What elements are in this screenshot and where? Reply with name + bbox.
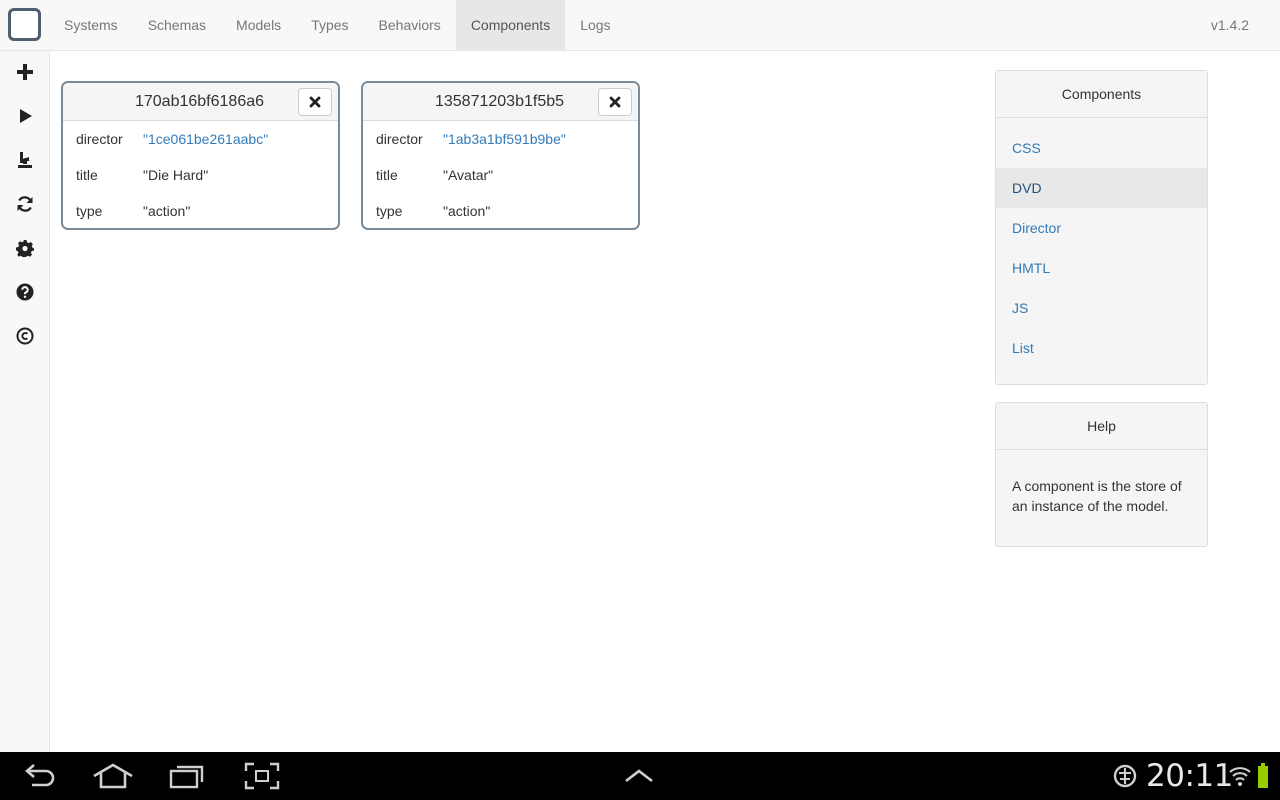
- delete-component-button[interactable]: [598, 88, 632, 116]
- question-icon: [16, 283, 34, 301]
- property-key: title: [376, 167, 398, 183]
- app-drawer-button[interactable]: [622, 760, 656, 792]
- close-icon: [309, 96, 321, 108]
- status-clock: 20:11: [1146, 758, 1233, 794]
- plus-icon: [17, 64, 33, 80]
- component-item-list[interactable]: List: [996, 328, 1207, 368]
- nav-systems[interactable]: Systems: [49, 0, 133, 50]
- property-row: director "1ce061be261aabc": [63, 121, 338, 157]
- gear-icon: [16, 240, 34, 257]
- help-button[interactable]: [9, 276, 41, 308]
- nav-types[interactable]: Types: [296, 0, 363, 50]
- app-logo[interactable]: [8, 8, 41, 41]
- property-value[interactable]: "Die Hard": [143, 167, 208, 183]
- home-icon: [93, 763, 133, 789]
- close-icon: [609, 96, 621, 108]
- wifi-icon: [1229, 767, 1251, 786]
- component-item-director[interactable]: Director: [996, 208, 1207, 248]
- recent-apps-button[interactable]: [168, 760, 206, 792]
- component-card: 170ab16bf6186a6 director "1ce061be261aab…: [61, 81, 340, 230]
- refresh-icon: [17, 196, 33, 212]
- about-button[interactable]: [9, 320, 41, 352]
- run-button[interactable]: [9, 100, 41, 132]
- nav-schemas[interactable]: Schemas: [133, 0, 221, 50]
- property-row: type "action": [63, 193, 338, 228]
- nav-behaviors[interactable]: Behaviors: [364, 0, 456, 50]
- component-id: 170ab16bf6186a6: [134, 93, 265, 110]
- property-row: director "1ab3a1bf591b9be": [363, 121, 638, 157]
- property-key: type: [376, 203, 403, 219]
- battery-icon: [1258, 763, 1268, 788]
- property-key: type: [76, 203, 103, 219]
- version-label: v1.4.2: [1210, 17, 1249, 33]
- property-key: director: [76, 131, 123, 147]
- property-key: director: [376, 131, 423, 147]
- refresh-button[interactable]: [9, 188, 41, 220]
- copyright-icon: [16, 327, 34, 345]
- component-item-dvd[interactable]: DVD: [996, 168, 1207, 208]
- property-row: type "action": [363, 193, 638, 228]
- nav-models[interactable]: Models: [221, 0, 296, 50]
- settings-button[interactable]: [9, 232, 41, 264]
- components-panel: Components CSS DVD Director HMTL JS List: [995, 70, 1208, 385]
- chevron-up-icon: [625, 769, 653, 783]
- card-header: 170ab16bf6186a6: [63, 83, 338, 121]
- property-value[interactable]: "action": [443, 203, 490, 219]
- system-navbar: 20:11: [0, 752, 1280, 800]
- play-icon: [20, 109, 32, 123]
- add-button[interactable]: [9, 56, 41, 88]
- back-button[interactable]: [20, 760, 58, 792]
- component-card: 135871203b1f5b5 director "1ab3a1bf591b9b…: [361, 81, 640, 230]
- property-value[interactable]: "action": [143, 203, 190, 219]
- component-item-css[interactable]: CSS: [996, 128, 1207, 168]
- export-button[interactable]: [9, 144, 41, 176]
- component-item-hmtl[interactable]: HMTL: [996, 248, 1207, 288]
- eject-download-icon: [18, 152, 32, 168]
- home-button[interactable]: [92, 760, 134, 792]
- help-panel-title: Help: [996, 403, 1207, 450]
- usb-debugging-status: [1112, 760, 1138, 792]
- recent-apps-icon: [169, 765, 204, 789]
- delete-component-button[interactable]: [298, 88, 332, 116]
- android-debug-icon: [1113, 764, 1137, 788]
- left-toolbar: [0, 51, 50, 752]
- component-item-js[interactable]: JS: [996, 288, 1207, 328]
- property-value-link[interactable]: "1ab3a1bf591b9be": [443, 131, 566, 147]
- property-key: title: [76, 167, 98, 183]
- components-panel-title: Components: [996, 71, 1207, 118]
- main-nav: Systems Schemas Models Types Behaviors C…: [49, 0, 626, 50]
- back-icon: [25, 764, 55, 787]
- property-value[interactable]: "Avatar": [443, 167, 493, 183]
- wifi-status: [1228, 760, 1252, 792]
- card-header: 135871203b1f5b5: [363, 83, 638, 121]
- nav-logs[interactable]: Logs: [565, 0, 625, 50]
- component-id: 135871203b1f5b5: [434, 93, 565, 110]
- components-list: CSS DVD Director HMTL JS List: [996, 118, 1207, 384]
- top-navbar: Systems Schemas Models Types Behaviors C…: [0, 0, 1280, 51]
- nav-components[interactable]: Components: [455, 0, 566, 50]
- battery-status: [1256, 760, 1270, 792]
- screenshot-icon: [244, 762, 280, 790]
- property-value-link[interactable]: "1ce061be261aabc": [143, 131, 268, 147]
- property-row: title "Avatar": [363, 157, 638, 193]
- property-row: title "Die Hard": [63, 157, 338, 193]
- help-panel: Help A component is the store of an inst…: [995, 402, 1208, 547]
- help-text: A component is the store of an instance …: [1012, 478, 1182, 514]
- screenshot-button[interactable]: [244, 760, 280, 792]
